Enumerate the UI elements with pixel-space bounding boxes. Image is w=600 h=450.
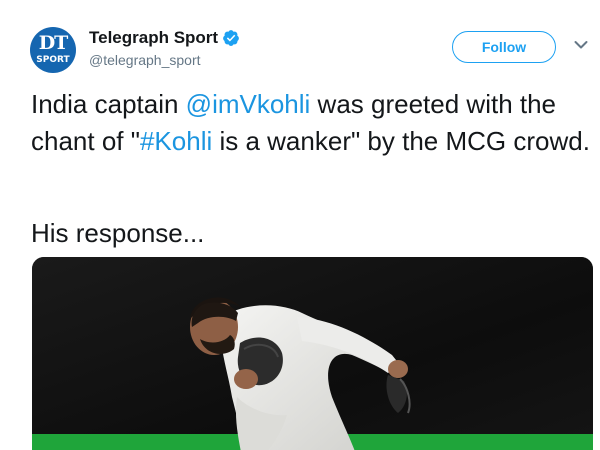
tweet-media-photo[interactable]	[32, 257, 593, 450]
account-handle[interactable]: @telegraph_sport	[89, 52, 201, 68]
avatar[interactable]: DT SPORT	[30, 27, 76, 73]
hashtag-link[interactable]: #Kohli	[140, 126, 212, 156]
tweet-text: India captain @imVkohli was greeted with…	[31, 86, 596, 160]
verified-badge-icon	[223, 30, 239, 46]
tweet-text-segment: is a wanker" by the MCG crowd.	[212, 126, 590, 156]
avatar-logo-text: DT	[38, 32, 69, 54]
tweet-text-line2: His response...	[31, 218, 205, 248]
account-name-row[interactable]: Telegraph Sport	[89, 27, 240, 49]
cricket-photo-illustration	[32, 257, 593, 450]
chevron-down-icon[interactable]	[574, 40, 588, 50]
mention-link[interactable]: @imVkohli	[186, 89, 311, 119]
display-name[interactable]: Telegraph Sport	[89, 28, 218, 48]
follow-button[interactable]: Follow	[452, 31, 556, 63]
avatar-logo-subtext: SPORT	[36, 55, 70, 65]
tweet-text-segment: India captain	[31, 89, 186, 119]
tweet-card: DT SPORT Telegraph Sport @telegraph_spor…	[0, 0, 600, 450]
